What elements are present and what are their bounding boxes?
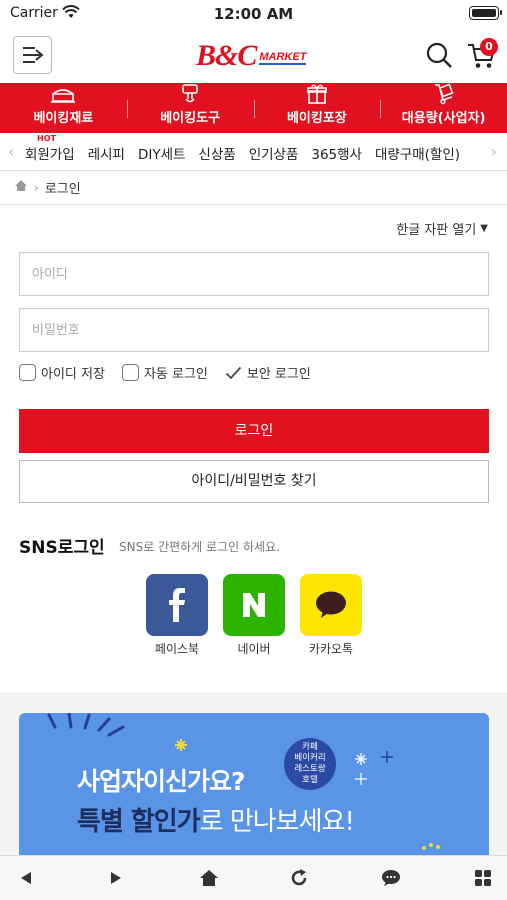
save-id-label: 아이디 저장: [41, 367, 105, 382]
kakaotalk-label: 카카오톡: [308, 642, 354, 656]
breadcrumb-current: 로그인: [44, 182, 81, 197]
category-bulk-business[interactable]: 대용량(사업자): [380, 83, 507, 133]
hand-truck-icon: [432, 83, 456, 105]
sub-nav-item-recipe[interactable]: 레시피: [88, 143, 125, 163]
menu-button[interactable]: [13, 36, 52, 74]
sub-nav-item-new[interactable]: 신상품: [198, 143, 235, 163]
banner-highlight: 특별 할인가: [77, 807, 201, 837]
category-label: 베이킹도구: [160, 111, 221, 126]
caret-down-icon: ▼: [480, 223, 488, 234]
mixer-icon: [179, 83, 201, 105]
checkmark-icon[interactable]: [225, 366, 242, 380]
sub-nav: ‹ HOT 회원가입 레시피 DIY세트 신상품 인기상품 365행사 대량구매…: [0, 133, 507, 171]
korean-keyboard-toggle[interactable]: 한글 자판 열기 ▼: [396, 219, 488, 238]
clock: 12:00 AM: [213, 5, 294, 23]
facebook-icon: [146, 574, 208, 636]
id-input[interactable]: [19, 252, 489, 296]
menu-icon: [22, 47, 44, 63]
badge-line: 카페: [302, 742, 318, 752]
kakaotalk-login-button[interactable]: 카카오톡: [300, 574, 362, 657]
chat-bubble-icon: [382, 870, 400, 886]
forward-button[interactable]: [103, 866, 129, 890]
facebook-login-button[interactable]: 페이스북: [146, 574, 208, 657]
auto-login-label: 자동 로그인: [143, 367, 208, 382]
home-icon: [200, 870, 218, 886]
cake-icon: [50, 83, 76, 105]
sub-nav-item-bulk[interactable]: 대량구매(할인): [375, 143, 460, 163]
logo-main-text: B&C: [196, 39, 257, 72]
logo[interactable]: B&C MARKET: [196, 38, 307, 74]
facebook-label: 페이스북: [154, 642, 200, 656]
logo-sub-text: MARKET: [259, 51, 307, 65]
login-button[interactable]: 로그인: [19, 409, 489, 453]
badge-line: 레스토랑: [294, 764, 326, 774]
badge-line: 호텔: [302, 775, 318, 785]
sns-login-title: SNS로그인: [19, 538, 105, 558]
find-id-password-button[interactable]: 아이디/비밀번호 찾기: [19, 460, 489, 503]
badge-line: 베이커리: [294, 753, 326, 763]
grid-menu-button[interactable]: [470, 866, 496, 890]
category-label: 베이킹재료: [33, 111, 94, 126]
sub-nav-item-signup[interactable]: HOT 회원가입: [25, 134, 75, 163]
secure-login-label: 보안 로그인: [246, 367, 311, 382]
banner-subheadline-rest: 로 만나보세요!: [199, 807, 355, 837]
category-label: 대용량(사업자): [401, 111, 486, 126]
battery-icon: [469, 6, 502, 20]
home-icon[interactable]: [14, 179, 28, 196]
triangle-right-icon: [111, 872, 121, 884]
banner-section: 사업자이신가요? 특별 할인가로 만나보세요! 카페 베이커리 레스토랑 호텔: [0, 692, 507, 863]
sub-nav-item-popular[interactable]: 인기상품: [249, 143, 299, 163]
category-baking-tools[interactable]: 베이킹도구: [126, 83, 254, 133]
sub-nav-item-diy-set[interactable]: DIY세트: [138, 143, 185, 163]
back-button[interactable]: [13, 866, 39, 890]
chevron-left-icon[interactable]: ‹: [8, 142, 14, 161]
category-baking-packaging[interactable]: 베이킹포장: [253, 83, 381, 133]
hot-badge: HOT: [37, 134, 56, 143]
chevron-right-icon: ›: [34, 180, 39, 195]
business-banner[interactable]: 사업자이신가요? 특별 할인가로 만나보세요! 카페 베이커리 레스토랑 호텔: [19, 713, 489, 863]
naver-icon: [223, 574, 285, 636]
banner-badge: 카페 베이커리 레스토랑 호텔: [284, 738, 336, 790]
naver-label: 네이버: [237, 642, 271, 656]
chat-button[interactable]: [378, 866, 404, 890]
status-bar: Carrier 12:00 AM: [0, 0, 507, 28]
refresh-button[interactable]: [286, 866, 312, 890]
login-options: 아이디 저장 자동 로그인 보안 로그인: [19, 363, 328, 382]
banner-subheadline: 특별 할인가로 만나보세요!: [77, 801, 355, 838]
save-id-option[interactable]: 아이디 저장: [19, 363, 105, 382]
sub-nav-item-365-event[interactable]: 365행사: [311, 143, 362, 163]
search-button[interactable]: [426, 42, 454, 70]
sub-nav-label: 회원가입: [25, 147, 75, 163]
breadcrumb: › 로그인: [0, 171, 507, 205]
banner-headline: 사업자이신가요?: [77, 767, 246, 796]
chevron-right-icon[interactable]: ›: [491, 142, 497, 161]
sns-login-description: SNS로 간편하게 로그인 하세요.: [119, 540, 280, 554]
gift-icon: [306, 83, 328, 105]
triangle-left-icon: [21, 872, 31, 884]
refresh-icon: [291, 869, 307, 886]
home-button[interactable]: [196, 866, 222, 890]
auto-login-checkbox[interactable]: [121, 364, 139, 381]
search-icon: [426, 42, 452, 68]
auto-login-option[interactable]: 자동 로그인: [121, 363, 208, 382]
save-id-checkbox[interactable]: [19, 364, 36, 381]
cart-count-badge: 0: [480, 38, 498, 56]
kakaotalk-icon: [300, 574, 362, 636]
app-header: B&C MARKET 0: [0, 28, 507, 83]
category-bar: 베이킹재료 베이킹도구 베이킹포장 대용량(사업자): [0, 83, 507, 133]
secure-login-option[interactable]: 보안 로그인: [225, 363, 311, 382]
naver-login-button[interactable]: 네이버: [223, 574, 285, 657]
sub-nav-items: HOT 회원가입 레시피 DIY세트 신상품 인기상품 365행사 대량구매(할…: [25, 134, 473, 163]
grid-icon: [475, 870, 491, 886]
keyboard-toggle-label: 한글 자판 열기: [396, 223, 477, 238]
category-label: 베이킹포장: [286, 111, 347, 126]
password-input[interactable]: [19, 308, 489, 352]
category-baking-ingredients[interactable]: 베이킹재료: [0, 83, 127, 133]
bottom-toolbar: [0, 855, 507, 900]
